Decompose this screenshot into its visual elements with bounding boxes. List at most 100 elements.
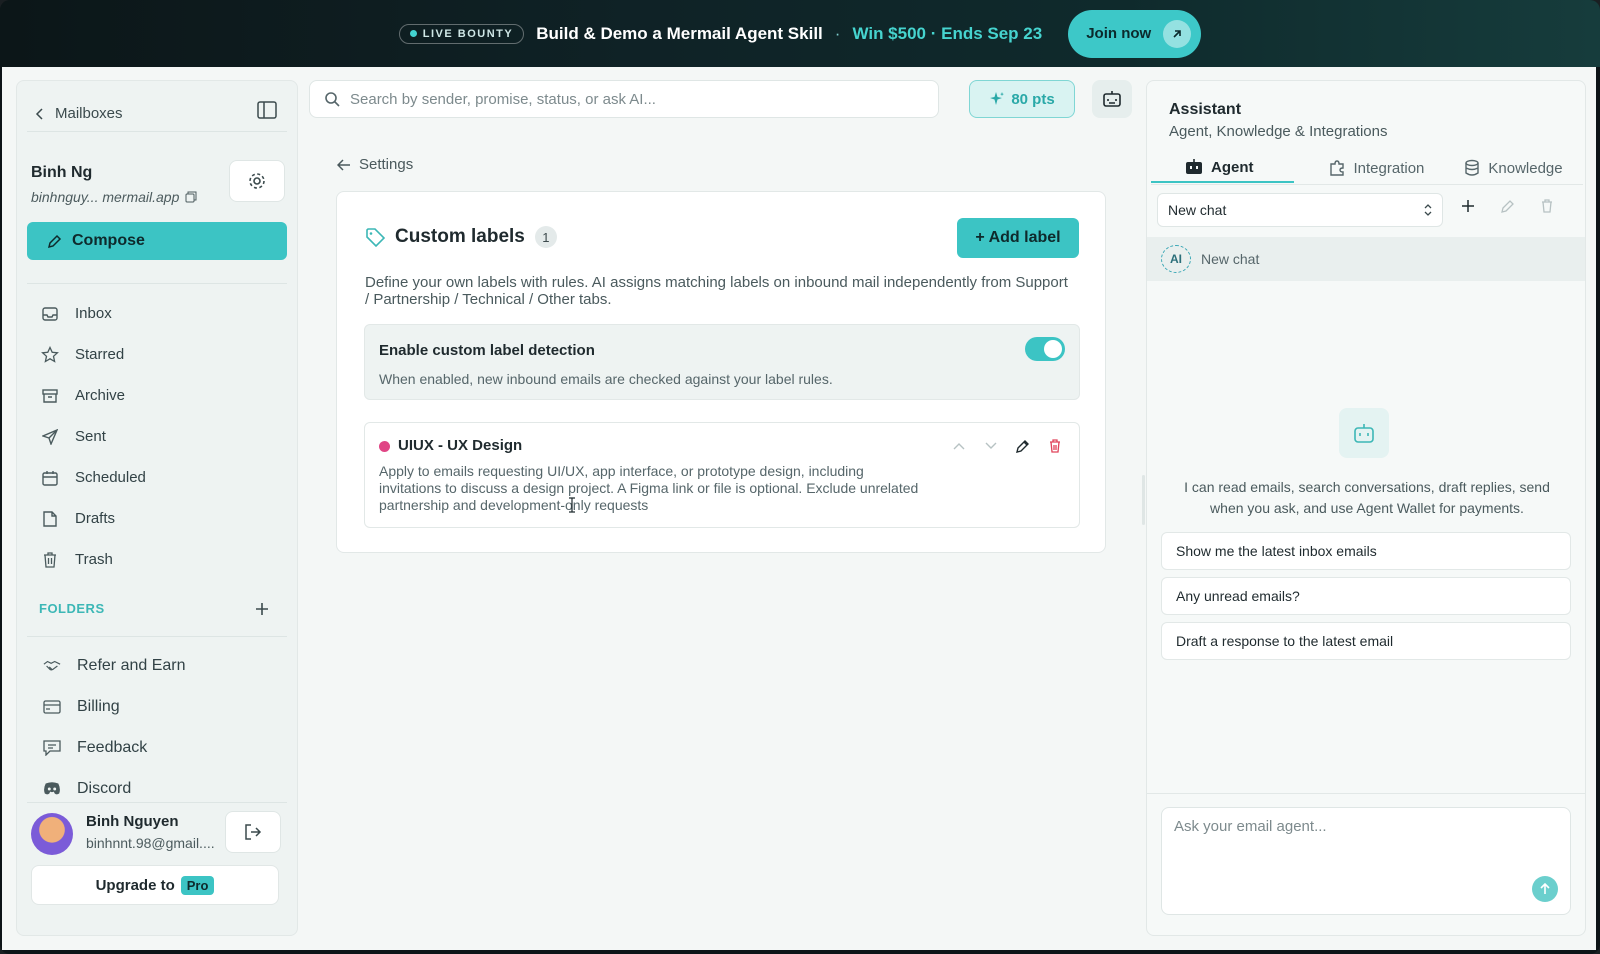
trash-icon	[41, 551, 59, 569]
chat-select-dropdown[interactable]: New chat	[1157, 193, 1443, 227]
upgrade-button[interactable]: Upgrade to Pro	[31, 865, 279, 905]
avatar[interactable]	[31, 813, 73, 855]
chat-actions	[1461, 199, 1553, 213]
tab-knowledge[interactable]: Knowledge	[1446, 153, 1584, 183]
nav-item-starred[interactable]: Starred	[41, 334, 281, 375]
search-input[interactable]	[350, 90, 910, 108]
detection-toggle[interactable]	[1025, 337, 1065, 361]
sidebar-toggle-icon[interactable]	[257, 101, 279, 123]
detection-subtitle: When enabled, new inbound emails are che…	[379, 371, 833, 387]
tab-integration[interactable]: Integration	[1294, 153, 1447, 183]
add-label-button[interactable]: + Add label	[957, 218, 1079, 258]
nav-item-inbox[interactable]: Inbox	[41, 293, 281, 334]
rename-chat-pencil-icon[interactable]	[1501, 199, 1515, 213]
edit-pencil-icon[interactable]	[1015, 438, 1031, 454]
nav-item-sent[interactable]: Sent	[41, 416, 281, 457]
divider	[27, 283, 287, 284]
label-actions	[951, 438, 1063, 454]
delete-chat-trash-icon[interactable]	[1541, 199, 1553, 213]
chevron-down-icon[interactable]	[983, 438, 999, 454]
chevron-left-icon	[35, 107, 45, 120]
app-window: LIVE BOUNTY Build & Demo a Mermail Agent…	[0, 0, 1600, 954]
label-name: UIUX - UX Design	[398, 437, 523, 454]
nav-label: Trash	[75, 551, 113, 568]
join-now-label: Join now	[1086, 25, 1152, 42]
tab-agent[interactable]: Agent	[1151, 153, 1294, 183]
chat-select-value: New chat	[1168, 202, 1227, 218]
add-folder-plus-icon[interactable]	[255, 602, 269, 616]
label-rule-text: Apply to emails requesting UI/UX, app in…	[379, 463, 919, 513]
suggestion-button[interactable]: Draft a response to the latest email	[1161, 622, 1571, 660]
bot-icon	[1102, 90, 1122, 108]
back-to-settings-link[interactable]: Settings	[337, 156, 413, 173]
arrow-left-icon	[337, 158, 351, 171]
nav-item-feedback[interactable]: Feedback	[43, 727, 283, 768]
divider	[1147, 793, 1585, 794]
nav-label: Billing	[77, 697, 120, 715]
nav-label: Discord	[77, 779, 132, 797]
join-now-button[interactable]: Join now	[1068, 9, 1202, 58]
tab-label: Integration	[1353, 159, 1425, 177]
detection-title: Enable custom label detection	[379, 342, 595, 359]
custom-labels-card: Custom labels 1 + Add label Define your …	[336, 191, 1106, 553]
points-button[interactable]: 80 pts	[969, 80, 1075, 118]
pencil-icon	[47, 234, 62, 249]
chat-list-item[interactable]: AI New chat	[1147, 237, 1585, 281]
assistant-toggle-button[interactable]	[1092, 80, 1132, 118]
send-icon	[41, 428, 59, 446]
card-header: Custom labels 1	[365, 226, 557, 248]
folders-header: FOLDERS	[39, 601, 269, 616]
nav-label: Scheduled	[75, 469, 146, 486]
account-settings-button[interactable]	[229, 160, 285, 202]
points-label: 80 pts	[1011, 90, 1055, 108]
send-button[interactable]	[1532, 876, 1558, 902]
nav-item-trash[interactable]: Trash	[41, 539, 281, 580]
file-icon	[41, 510, 59, 528]
account-name: Binh Ng	[31, 164, 93, 181]
logout-button[interactable]	[225, 811, 281, 853]
calendar-icon	[41, 469, 59, 487]
label-rule-item: UIUX - UX Design Apply to emails request…	[364, 422, 1080, 528]
assistant-tabs: Agent Integration Knowledge	[1151, 153, 1583, 185]
credit-card-icon	[43, 698, 61, 716]
panel-resize-handle[interactable]	[1142, 475, 1145, 525]
agent-input[interactable]	[1174, 818, 1534, 858]
user-name: Binh Nguyen	[86, 813, 179, 830]
compose-label: Compose	[72, 232, 145, 249]
chevron-up-down-icon	[1424, 203, 1432, 217]
delete-trash-icon[interactable]	[1047, 438, 1063, 454]
nav-item-drafts[interactable]: Drafts	[41, 498, 281, 539]
nav-item-billing[interactable]: Billing	[43, 686, 283, 727]
nav-item-scheduled[interactable]: Scheduled	[41, 457, 281, 498]
bot-icon	[1185, 159, 1203, 175]
handshake-icon	[43, 657, 61, 675]
tab-label: Knowledge	[1488, 159, 1563, 177]
banner-separator: ·	[834, 23, 841, 43]
label-color-dot	[379, 441, 390, 452]
puzzle-icon	[1328, 159, 1346, 177]
secondary-nav: Refer and Earn Billing Feedback Discord	[43, 645, 283, 809]
archive-icon	[41, 387, 59, 405]
chat-list-label: New chat	[1201, 251, 1260, 267]
banner-title: Build & Demo a Mermail Agent Skill	[536, 23, 823, 43]
assistant-title: Assistant	[1169, 101, 1242, 118]
user-profile: Binh Nguyen binhnnt.98@gmail....	[31, 811, 281, 857]
user-email: binhnnt.98@gmail....	[86, 835, 215, 851]
assistant-intro: I can read emails, search conversations,…	[1184, 479, 1550, 516]
mail-nav: Inbox Starred Archive Sent Scheduled Dra…	[41, 293, 281, 580]
mailboxes-back-link[interactable]: Mailboxes	[35, 105, 123, 122]
chevron-up-icon[interactable]	[951, 438, 967, 454]
compose-button[interactable]: Compose	[27, 222, 287, 260]
pro-badge: Pro	[180, 875, 215, 895]
copy-icon[interactable]	[185, 191, 197, 203]
nav-item-refer-and-earn[interactable]: Refer and Earn	[43, 645, 283, 686]
new-chat-plus-icon[interactable]	[1461, 199, 1475, 213]
arrow-up-right-icon	[1163, 19, 1192, 48]
page-title: Custom labels	[395, 226, 525, 247]
nav-label: Starred	[75, 346, 125, 363]
nav-item-archive[interactable]: Archive	[41, 375, 281, 416]
nav-label: Inbox	[75, 305, 112, 322]
suggestion-button[interactable]: Any unread emails?	[1161, 577, 1571, 615]
suggestion-button[interactable]: Show me the latest inbox emails	[1161, 532, 1571, 570]
tab-label: Agent	[1211, 158, 1254, 176]
